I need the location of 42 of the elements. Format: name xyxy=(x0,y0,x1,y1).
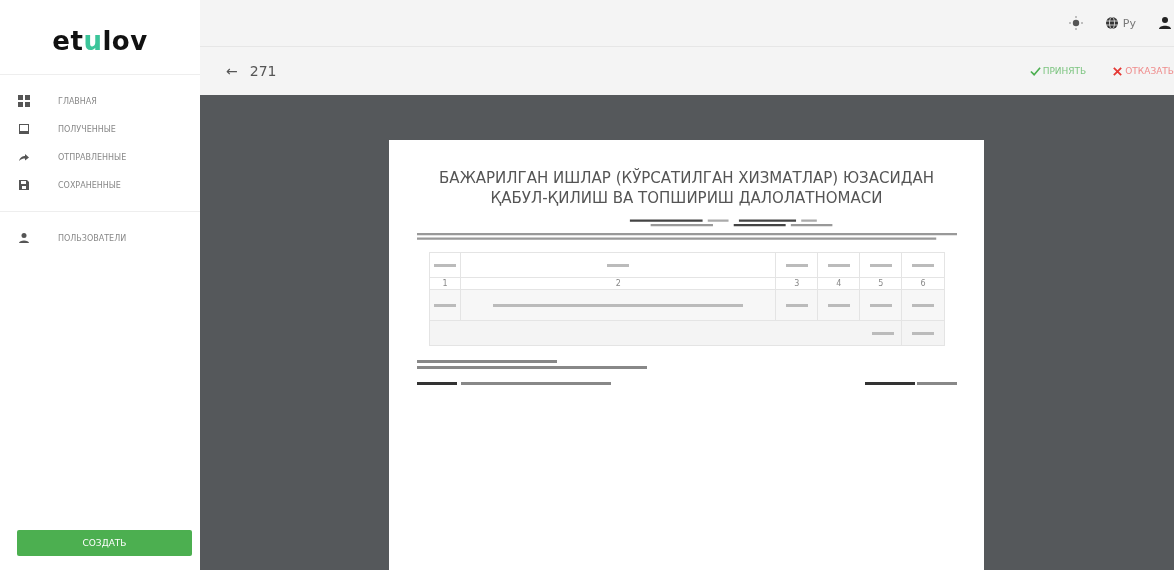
cell-text-drawing xyxy=(433,303,456,307)
header-text-drawing xyxy=(433,263,456,267)
nav-item[interactable]: ПОЛЬЗОВАТЕЛИ xyxy=(0,224,200,252)
save-icon xyxy=(18,179,30,191)
globe-icon[interactable] xyxy=(1104,16,1119,30)
nav-item[interactable]: ГЛАВНАЯ xyxy=(0,87,200,115)
header-text-drawing xyxy=(869,263,892,267)
document-title: БАЖАРИЛГАН ИШЛАР (КЎРСАТИЛГАН ХИЗМАТЛАР) ЮЗАСИДАН ҚАБУЛ-ҚИЛИШ ВА ТОПШИРИШ ДАЛОЛАТНОМАСИ xyxy=(438,168,935,208)
language-label[interactable]: Ру xyxy=(1122,16,1136,30)
table-cell: 1 xyxy=(429,277,461,290)
cell-text-drawing xyxy=(911,303,934,307)
close-icon xyxy=(1112,65,1124,77)
brightness-icon[interactable] xyxy=(1068,16,1083,30)
header-text-drawing xyxy=(911,263,934,267)
reject-button[interactable]: ОТКАЗАТЬ xyxy=(1112,65,1174,77)
back-button[interactable]: ← xyxy=(226,63,238,79)
nav-item[interactable]: ПОЛУЧЕННЫЕ xyxy=(0,115,200,143)
send-icon xyxy=(18,151,30,163)
cell-text-drawing xyxy=(911,331,934,335)
cell-text-drawing xyxy=(827,303,850,307)
logo: etulov xyxy=(52,26,148,56)
table-cell: 2 xyxy=(460,277,776,290)
accept-button[interactable]: ПРИНЯТЬ xyxy=(1029,65,1087,77)
document-number: 271 xyxy=(249,63,277,79)
table-cell: 4 xyxy=(817,277,860,290)
grid-icon xyxy=(18,95,30,107)
cell-text-drawing xyxy=(785,303,808,307)
table-cell: 6 xyxy=(901,277,944,290)
user-icon[interactable] xyxy=(1158,16,1172,30)
check-icon xyxy=(1029,65,1041,77)
header-text-drawing xyxy=(785,263,808,267)
create-button[interactable]: СОЗДАТЬ xyxy=(17,530,192,556)
inbox-icon xyxy=(18,123,30,135)
header-text-drawing xyxy=(607,263,630,267)
nav-item[interactable]: ОТПРАВЛЕННЫЕ xyxy=(0,143,200,171)
user-icon xyxy=(18,232,30,244)
table-cell: 5 xyxy=(859,277,902,290)
table-cell: 3 xyxy=(775,277,818,290)
header-text-drawing xyxy=(827,263,850,267)
cell-text-drawing xyxy=(869,303,892,307)
nav-item[interactable]: СОХРАНЕННЫЕ xyxy=(0,171,200,199)
cell-text-drawing xyxy=(872,331,895,335)
